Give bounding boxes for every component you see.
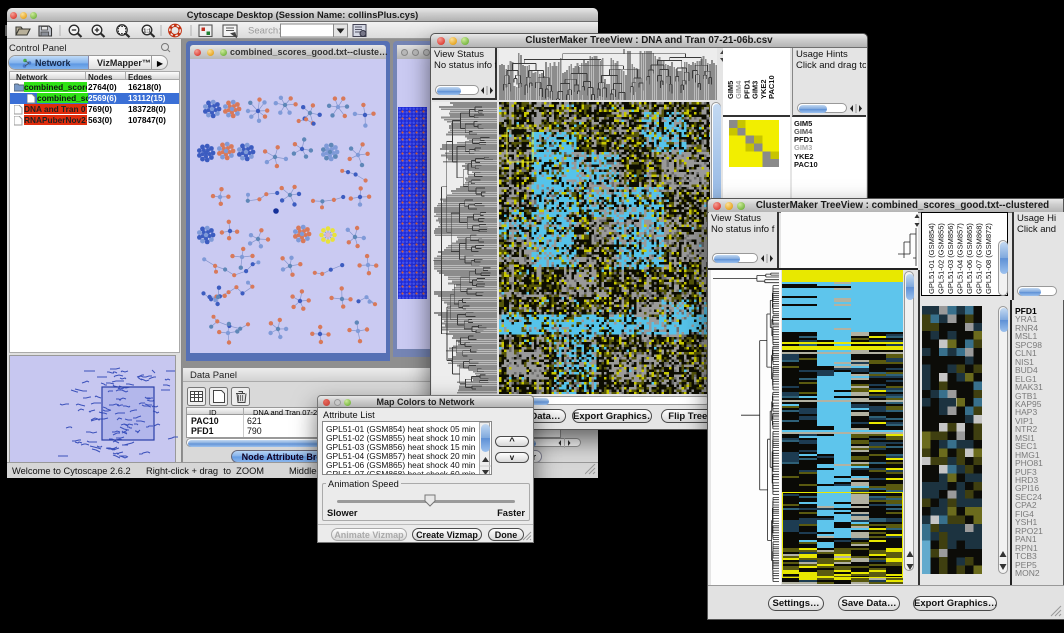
svg-text:GPL51-07 (GSM868): GPL51-07 (GSM868) [975, 223, 984, 294]
svg-text:GPL51-02 (GSM855): GPL51-02 (GSM855) [937, 223, 946, 294]
svg-text:GPL51-06 (GSM865): GPL51-06 (GSM865) [965, 223, 974, 294]
svg-text:1:1: 1:1 [143, 28, 151, 34]
svg-text:PAC10: PAC10 [767, 75, 776, 99]
svg-text:GPL51-03 (GSM856): GPL51-03 (GSM856) [946, 223, 955, 294]
svg-text:GPL51-08 (GSM872): GPL51-08 (GSM872) [984, 223, 993, 294]
svg-text:Search:: Search: [248, 26, 281, 37]
svg-text:GPL51-04 (GSM857): GPL51-04 (GSM857) [956, 223, 965, 294]
svg-text:GPL51-01 (GSM854): GPL51-01 (GSM854) [927, 223, 936, 294]
